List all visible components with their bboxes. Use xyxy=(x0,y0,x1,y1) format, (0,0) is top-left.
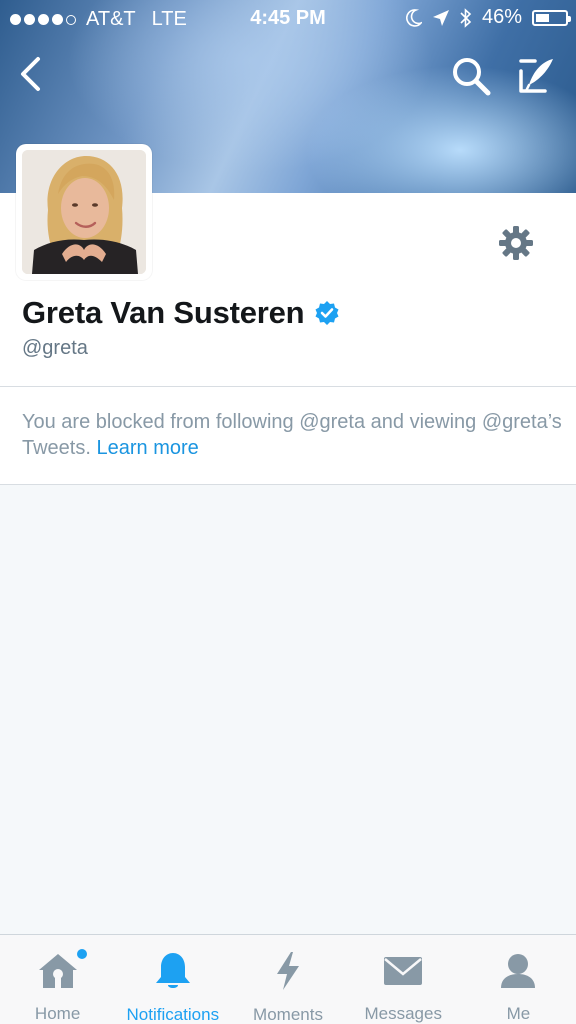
battery-percent: 46% xyxy=(481,6,522,28)
tab-home[interactable]: Home xyxy=(0,935,115,1024)
search-button[interactable] xyxy=(448,54,494,98)
display-name: Greta Van Susteren xyxy=(22,295,305,330)
avatar-portrait xyxy=(22,150,146,274)
gear-icon xyxy=(499,226,533,260)
section-divider xyxy=(0,484,576,485)
learn-more-link[interactable]: Learn more xyxy=(96,437,198,459)
display-name-row: Greta Van Susteren xyxy=(22,295,340,331)
moon-icon xyxy=(406,8,422,27)
bell-icon xyxy=(155,953,190,988)
lightning-icon xyxy=(277,952,299,990)
compose-quill-icon xyxy=(519,59,553,93)
battery-icon xyxy=(532,9,571,26)
tab-label: Me xyxy=(506,1004,531,1023)
tab-messages[interactable]: Messages xyxy=(346,935,461,1024)
new-content-dot xyxy=(76,949,87,959)
chevron-left-icon xyxy=(21,57,40,91)
home-icon xyxy=(38,953,77,988)
person-icon xyxy=(501,953,536,988)
status-bar: AT&T LTE 4:45 PM 46% xyxy=(0,0,576,38)
compose-tweet-button[interactable] xyxy=(514,54,560,98)
tab-label: Messages xyxy=(364,1004,442,1023)
location-arrow-icon xyxy=(432,9,449,26)
blocked-notice: You are blocked from following @greta an… xyxy=(0,387,576,484)
tab-me[interactable]: Me xyxy=(461,935,576,1024)
bluetooth-icon xyxy=(460,7,472,28)
tab-label: Moments xyxy=(253,1005,323,1024)
bottom-tab-bar: Home Notifications Moments Messages Me xyxy=(0,934,576,1024)
tab-notifications[interactable]: Notifications xyxy=(115,935,230,1024)
status-right: 46% xyxy=(406,6,571,29)
profile-handle: @greta xyxy=(22,337,88,359)
tab-label: Home xyxy=(34,1004,81,1023)
battery-fill xyxy=(536,13,549,22)
profile-screen: AT&T LTE 4:45 PM 46% Greta Van Susteren … xyxy=(0,0,576,1024)
back-button[interactable] xyxy=(10,52,50,96)
avatar xyxy=(22,150,146,274)
blocked-notice-text: You are blocked from following @greta an… xyxy=(22,409,562,461)
tab-label: Notifications xyxy=(126,1005,220,1024)
profile-avatar-frame[interactable] xyxy=(16,144,152,280)
tab-moments[interactable]: Moments xyxy=(230,935,345,1024)
profile-settings-button[interactable] xyxy=(494,221,538,265)
search-icon xyxy=(453,58,491,96)
envelope-icon xyxy=(384,956,423,985)
verified-badge-icon xyxy=(315,301,339,325)
